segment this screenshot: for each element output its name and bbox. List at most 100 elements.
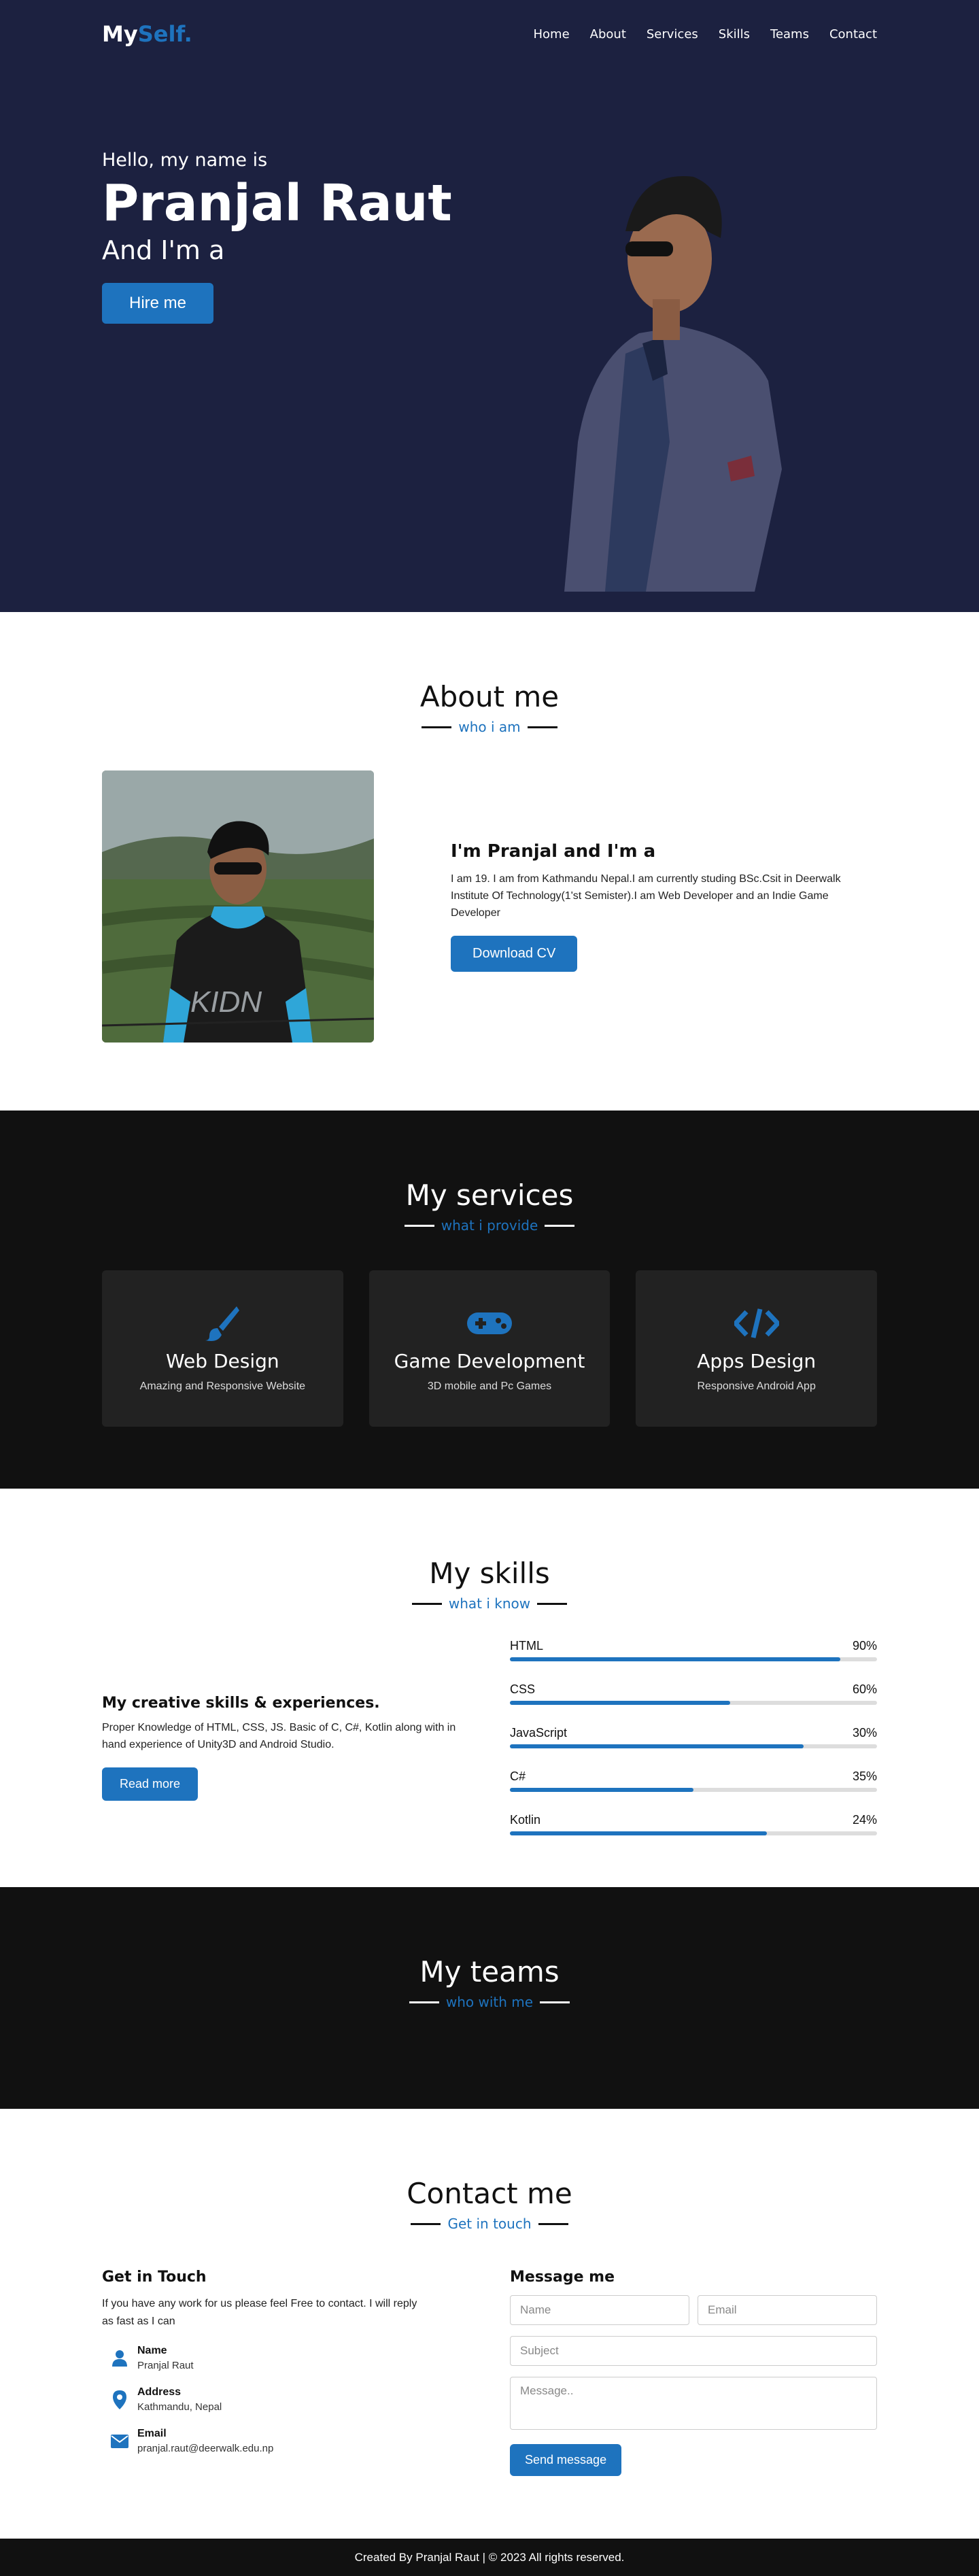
service-card-game-development[interactable]: Game Development 3D mobile and Pc Games [368,1270,611,1427]
contact-section: Contact me Get in touch Get in Touch If … [0,2109,979,2539]
info-address: Address Kathmandu, Nepal [102,2386,469,2413]
teams-subtitle: who with me [445,1994,534,2010]
about-description: I am 19. I am from Kathmandu Nepal.I am … [451,873,841,919]
message-me-heading: Message me [510,2269,615,2286]
footer: Created By Pranjal Raut | © 2023 All rig… [0,2539,979,2576]
nav-link-services[interactable]: Services [647,27,698,41]
message-textarea[interactable] [510,2377,877,2430]
about-section: About me who i am KIDN I'm Pranjal and I… [0,612,979,1111]
send-message-button[interactable]: Send message [510,2444,622,2476]
skill-track [510,1701,877,1705]
hero-name: Pranjal Raut [102,174,452,233]
subtitle-line-left [409,2001,439,2003]
subject-input[interactable] [510,2336,877,2366]
teams-subtitle-row: who with me [102,1994,877,2010]
about-subtitle: who i am [458,719,521,735]
subtitle-line-left [411,1602,442,1605]
navbar: MySelf. Home About Services Skills Teams… [102,0,877,68]
hero-greeting: Hello, my name is [102,150,268,171]
code-icon [734,1305,779,1342]
teams-title: My teams [419,1955,560,1988]
skills-heading: My creative skills & experiences. [102,1695,380,1712]
skill-fill [510,1657,840,1661]
skill-fill [510,1744,804,1748]
subtitle-line-left [411,2222,441,2225]
nav-link-skills[interactable]: Skills [719,27,750,41]
subtitle-line-right [537,1602,568,1605]
skill-bar-html: HTML 90% [510,1639,877,1661]
download-cv-button[interactable]: Download CV [451,935,578,972]
services-subtitle-row: what i provide [102,1217,877,1234]
subtitle-line-right [527,726,557,728]
service-description: Responsive Android App [697,1380,816,1392]
map-marker-icon [102,2390,137,2409]
skill-name: Kotlin [510,1813,541,1827]
subtitle-line-left [422,726,452,728]
footer-text: Created By Pranjal Raut | © 2023 All rig… [354,2550,625,2564]
skills-title: My skills [429,1557,550,1590]
skill-fill [510,1831,767,1835]
about-subtitle-row: who i am [102,719,877,735]
contact-title: Contact me [407,2177,572,2210]
skill-bar-javascript: JavaScript 30% [510,1726,877,1748]
hero-portrait-image [564,176,782,592]
info-value[interactable]: pranjal.raut@deerwalk.edu.np [137,2443,273,2454]
skill-bars: HTML 90% CSS 60% JavaScript 30% C# 35% Kotli… [510,1639,877,1857]
gamepad-icon [467,1305,512,1342]
info-email: Email pranjal.raut@deerwalk.edu.np [102,2428,469,2454]
skills-description: My creative skills & experiences. Proper… [102,1695,469,1801]
nav-link-teams[interactable]: Teams [770,27,809,41]
teams-section: My teams who with me [0,1887,979,2109]
skill-bar-css: CSS 60% [510,1682,877,1705]
skill-percent: 30% [852,1726,877,1740]
info-value: Kathmandu, Nepal [137,2401,222,2413]
subtitle-line-left [404,1224,434,1227]
nav-link-contact[interactable]: Contact [829,27,877,41]
get-in-touch-heading: Get in Touch [102,2269,207,2286]
skill-percent: 60% [852,1682,877,1696]
logo-main: My [102,21,138,47]
skills-body: My creative skills & experiences. Proper… [102,1639,877,1857]
skill-percent: 35% [852,1769,877,1783]
logo[interactable]: MySelf. [102,21,192,47]
person-icon [102,2350,137,2367]
service-card-apps-design[interactable]: Apps Design Responsive Android App [636,1270,878,1427]
services-subtitle: what i provide [441,1217,538,1234]
contact-intro: If you have any work for us please feel … [102,2298,417,2327]
skill-name: C# [510,1769,526,1783]
skill-percent: 90% [852,1639,877,1653]
service-description: Amazing and Responsive Website [139,1380,306,1392]
contact-info: Get in Touch If you have any work for us… [102,2269,469,2476]
about-title: About me [419,680,560,713]
about-text: I'm Pranjal and I'm a I am 19. I am from… [451,841,877,972]
service-title: Web Design [166,1349,279,1372]
envelope-icon [102,2434,137,2448]
skill-name: JavaScript [510,1726,568,1740]
about-photo: KIDN [102,770,374,1043]
name-input[interactable] [510,2295,689,2325]
contact-subtitle-row: Get in touch [102,2216,877,2232]
info-label: Address [137,2386,182,2399]
nav-link-about[interactable]: About [590,27,626,41]
nav-link-home[interactable]: Home [534,27,570,41]
hero-text: Hello, my name is Pranjal Raut And I'm a… [102,150,452,324]
skill-fill [510,1788,693,1792]
email-input[interactable] [698,2295,877,2325]
skill-track [510,1744,877,1748]
skill-name: CSS [510,1682,536,1696]
service-description: 3D mobile and Pc Games [427,1380,552,1392]
info-value: Pranjal Raut [137,2360,194,2372]
hire-me-button[interactable]: Hire me [102,283,214,324]
read-more-button[interactable]: Read more [102,1767,199,1801]
about-heading: I'm Pranjal and I'm a [451,841,656,862]
services-title: My services [405,1179,574,1212]
skill-fill [510,1701,730,1705]
nav-menu: Home About Services Skills Teams Contact [534,27,878,41]
subtitle-line-right [538,2222,568,2225]
svg-text:KIDN: KIDN [190,985,262,1019]
contact-form: Message me Send message [510,2269,877,2476]
skill-percent: 24% [852,1813,877,1827]
services-cards: Web Design Amazing and Responsive Websit… [102,1270,878,1427]
service-card-web-design[interactable]: Web Design Amazing and Responsive Websit… [102,1270,343,1427]
info-label: Name [137,2345,167,2357]
